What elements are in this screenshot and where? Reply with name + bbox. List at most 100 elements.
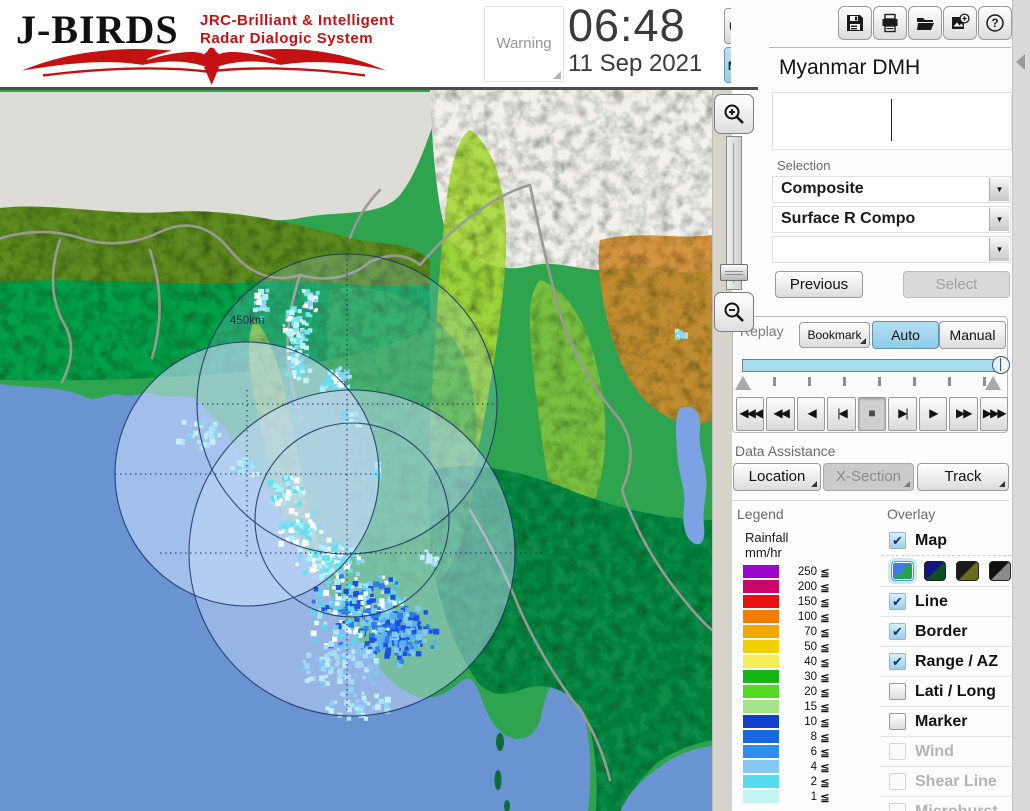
- overlay-label: Range / AZ: [915, 653, 998, 671]
- slider-handle[interactable]: [992, 356, 1010, 374]
- legend-entry: 2≦: [733, 774, 879, 789]
- legend-title: Legend: [737, 506, 879, 522]
- selection-dropdown-3[interactable]: ▼: [772, 236, 1011, 263]
- panel-collapse-strip[interactable]: [1012, 0, 1030, 811]
- legend-lte-symbol: ≦: [820, 775, 830, 789]
- playback-fast-forward-button[interactable]: ▶▶: [949, 397, 977, 431]
- print-button[interactable]: [873, 6, 907, 40]
- overlay-item-shear-line: ✔Shear Line: [881, 766, 1011, 796]
- legend-entry: 250≦: [733, 564, 879, 579]
- zoom-out-button[interactable]: [714, 292, 754, 332]
- location-button[interactable]: Location: [733, 463, 821, 491]
- playback-jump-end-button[interactable]: ▶▶▶: [980, 397, 1008, 431]
- dropdown-value: Composite: [781, 180, 864, 198]
- legend-value: 15: [779, 701, 817, 713]
- map-style-swatch-1[interactable]: [891, 561, 914, 581]
- overlay-label: Lati / Long: [915, 683, 996, 701]
- bookmark-label: Bookmark: [807, 328, 861, 342]
- legend-value: 20: [779, 686, 817, 698]
- checkbox-unchecked: ✔: [889, 803, 906, 811]
- legend-entry: 30≦: [733, 669, 879, 684]
- slider-start-marker[interactable]: [735, 376, 751, 390]
- selection-dropdown-2[interactable]: Surface R Compo▼: [772, 206, 1011, 233]
- playback-play-button[interactable]: ▶: [919, 397, 947, 431]
- zoom-slider[interactable]: [726, 136, 742, 290]
- playback-step-forward-button[interactable]: ▶|: [888, 397, 916, 431]
- x-section-button[interactable]: X-Section: [823, 463, 914, 491]
- add-image-button[interactable]: [943, 6, 977, 40]
- legend-entry: 4≦: [733, 759, 879, 774]
- warning-button[interactable]: Warning: [484, 6, 564, 82]
- data-assistance-label: Data Assistance: [735, 443, 835, 459]
- jbirds-application: J-BIRDS JRC-Brilliant & Intelligent Rada…: [0, 0, 1030, 811]
- replay-progress-slider[interactable]: [742, 359, 1002, 372]
- playback-fast-rewind-button[interactable]: ◀◀: [766, 397, 794, 431]
- legend-section: Legend Rainfall mm/hr 250≦200≦150≦100≦70…: [733, 506, 879, 804]
- zoom-slider-handle[interactable]: [720, 264, 748, 281]
- previous-button[interactable]: Previous: [775, 271, 863, 298]
- legend-color-swatch: [743, 640, 779, 653]
- legend-lte-symbol: ≦: [820, 760, 830, 774]
- playback-jump-start-button[interactable]: ◀◀◀: [736, 397, 764, 431]
- range-ring-label: 450km: [230, 315, 265, 327]
- legend-lte-symbol: ≦: [820, 610, 830, 624]
- selection-dropdown-1[interactable]: Composite ▼: [772, 176, 1011, 203]
- zoom-in-button[interactable]: [714, 94, 754, 134]
- open-file-button[interactable]: [908, 6, 942, 40]
- checkbox-unchecked[interactable]: ✔: [889, 713, 906, 730]
- checkbox-checked[interactable]: ✔: [889, 653, 906, 670]
- legend-entry: 200≦: [733, 579, 879, 594]
- playback-step-back-button[interactable]: |◀: [827, 397, 855, 431]
- track-button[interactable]: Track: [917, 463, 1009, 491]
- chevron-down-icon[interactable]: ▼: [989, 178, 1009, 201]
- panel-divider: [769, 47, 1011, 48]
- map-style-swatch-4[interactable]: [989, 561, 1012, 581]
- overlay-item-map: ✔Map: [881, 526, 1011, 555]
- checkbox-checked[interactable]: ✔: [889, 532, 906, 549]
- legend-lte-symbol: ≦: [820, 640, 830, 654]
- print-icon: [880, 13, 900, 33]
- help-button[interactable]: ?: [978, 6, 1012, 40]
- legend-entry: 50≦: [733, 639, 879, 654]
- legend-lte-symbol: ≦: [820, 655, 830, 669]
- menu-corner-icon: [860, 338, 866, 344]
- clock-date: 11 Sep 2021: [568, 50, 702, 78]
- chevron-down-icon[interactable]: ▼: [989, 208, 1009, 231]
- overlay-label: Border: [915, 623, 967, 641]
- legend-color-swatch: [743, 775, 779, 788]
- radar-map[interactable]: 450km: [0, 90, 712, 811]
- legend-color-swatch: [743, 610, 779, 623]
- legend-entry: 1≦: [733, 789, 879, 804]
- checkbox-checked[interactable]: ✔: [889, 623, 906, 640]
- checkbox-checked[interactable]: ✔: [889, 593, 906, 610]
- legend-color-swatch: [743, 580, 779, 593]
- overlay-item-microburst: ✔Microburst: [881, 796, 1011, 811]
- slider-end-marker[interactable]: [985, 376, 1001, 390]
- map-style-swatch-2[interactable]: [924, 561, 947, 581]
- map-style-swatch-3[interactable]: [956, 561, 979, 581]
- playback-play-reverse-button[interactable]: ◀: [797, 397, 825, 431]
- auto-mode-button[interactable]: Auto: [872, 321, 939, 349]
- save-button[interactable]: [838, 6, 872, 40]
- checkbox-unchecked[interactable]: ✔: [889, 683, 906, 700]
- legend-color-swatch: [743, 715, 779, 728]
- legend-color-swatch: [743, 595, 779, 608]
- legend-value: 2: [779, 776, 817, 788]
- product-list-box[interactable]: [772, 92, 1012, 150]
- legend-value: 150: [779, 596, 817, 608]
- legend-color-swatch: [743, 790, 779, 803]
- save-icon: [845, 13, 865, 33]
- legend-value: 200: [779, 581, 817, 593]
- legend-lte-symbol: ≦: [820, 715, 830, 729]
- manual-mode-button[interactable]: Manual: [939, 321, 1006, 349]
- legend-entry: 150≦: [733, 594, 879, 609]
- chevron-down-icon[interactable]: ▼: [989, 238, 1009, 261]
- header-divider: [0, 87, 758, 90]
- open-folder-icon: [915, 13, 935, 33]
- bookmark-button[interactable]: Bookmark: [799, 322, 870, 348]
- zoom-out-icon: [722, 300, 746, 324]
- selection-section-label: Selection: [777, 158, 830, 173]
- playback-stop-button[interactable]: ■: [858, 397, 886, 431]
- overlay-label: Line: [915, 593, 948, 611]
- select-button[interactable]: Select: [903, 271, 1010, 298]
